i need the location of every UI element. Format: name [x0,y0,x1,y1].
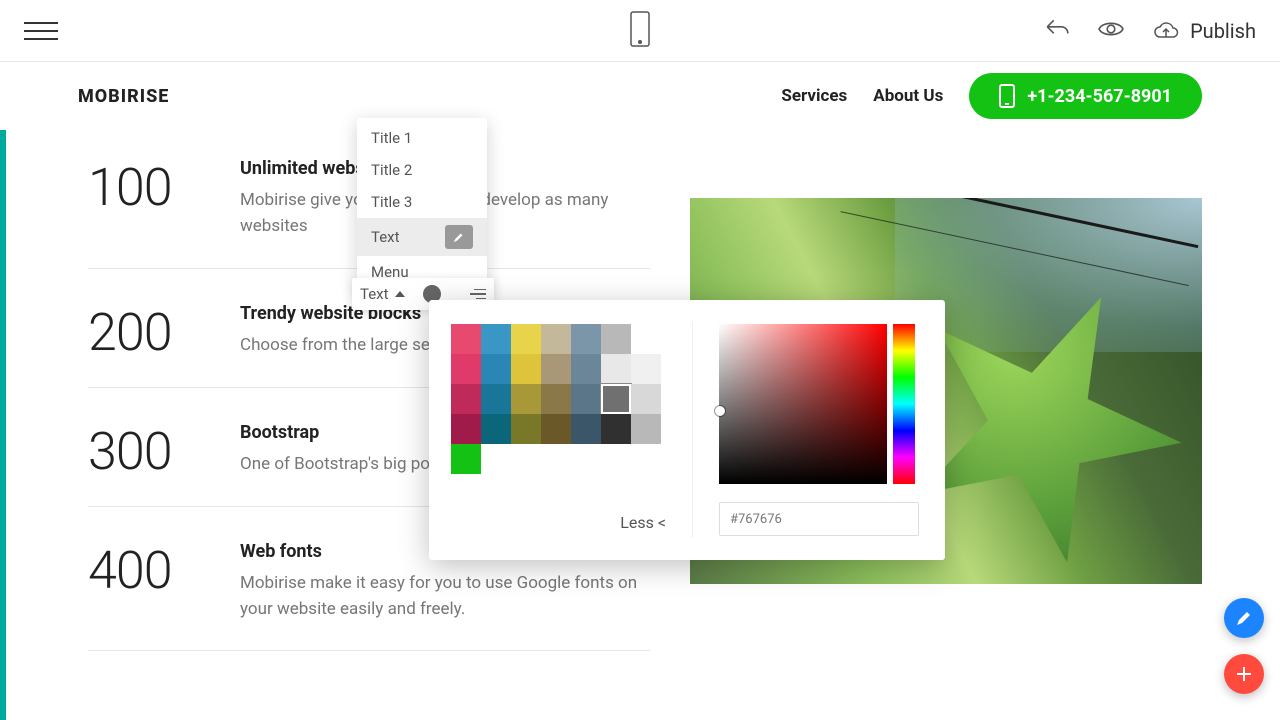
nav-about[interactable]: About Us [873,86,943,106]
color-picker-panel: Less < [429,300,945,560]
color-swatch[interactable] [601,324,631,354]
edit-fab[interactable] [1224,598,1264,638]
color-swatch[interactable] [541,324,571,354]
color-swatch[interactable] [481,324,511,354]
color-swatch[interactable] [601,354,631,384]
sv-cursor[interactable] [715,406,725,416]
color-swatch[interactable] [571,324,601,354]
color-swatch[interactable] [511,354,541,384]
less-toggle[interactable]: Less < [620,513,666,532]
menu-icon[interactable] [24,22,58,40]
color-swatch[interactable] [481,354,511,384]
color-swatch[interactable] [631,414,661,444]
saturation-value-box[interactable] [719,324,887,484]
dropdown-item-title1[interactable]: Title 1 [357,122,487,154]
style-dropdown: Title 1 Title 2 Title 3 Text Menu [357,118,487,292]
preview-icon[interactable] [1098,16,1124,46]
color-swatch[interactable] [451,444,481,474]
color-swatch[interactable] [541,414,571,444]
site-logo[interactable]: MOBIRISE [78,86,169,107]
mobile-preview-icon[interactable] [630,11,650,51]
color-swatch[interactable] [451,384,481,414]
app-toolbar: Publish [0,0,1280,62]
color-swatch[interactable] [541,354,571,384]
publish-button[interactable]: Publish [1152,19,1256,43]
dropdown-item-text[interactable]: Text [357,218,487,256]
feature-number: 400 [88,531,240,597]
color-swatch[interactable] [541,384,571,414]
color-swatch[interactable] [481,384,511,414]
nav-services[interactable]: Services [781,86,847,106]
color-swatch[interactable] [481,414,511,444]
color-swatch[interactable] [451,324,481,354]
align-icon[interactable] [470,289,486,300]
color-swatch[interactable] [601,414,631,444]
color-swatch[interactable] [571,414,601,444]
dropdown-item-title3[interactable]: Title 3 [357,186,487,218]
color-swatch[interactable] [631,324,661,354]
dropdown-item-title2[interactable]: Title 2 [357,154,487,186]
color-swatch[interactable] [571,384,601,414]
site-header: MOBIRISE Services About Us +1-234-567-89… [0,62,1280,130]
feature-number: 200 [88,293,240,359]
phone-button[interactable]: +1-234-567-8901 [969,73,1202,119]
caret-up-icon[interactable] [395,291,405,297]
hue-slider[interactable] [893,324,915,484]
add-block-fab[interactable] [1224,654,1264,694]
color-swatch[interactable] [451,354,481,384]
publish-label: Publish [1190,19,1256,43]
feature-number: 300 [88,412,240,478]
swatch-grid [451,324,661,474]
feature-number: 100 [88,148,240,214]
color-swatch[interactable] [601,384,631,414]
color-swatch[interactable] [451,414,481,444]
color-swatch[interactable] [631,354,661,384]
color-swatch[interactable] [631,384,661,414]
color-swatch[interactable] [571,354,601,384]
color-swatch[interactable] [511,384,541,414]
edge-highlight-left [0,130,6,720]
color-swatch[interactable] [511,324,541,354]
brush-icon[interactable] [445,225,473,249]
undo-icon[interactable] [1044,16,1070,46]
text-bar-label[interactable]: Text [360,285,389,303]
color-swatch[interactable] [511,414,541,444]
feature-desc[interactable]: Mobirise make it easy for you to use Goo… [240,570,650,623]
hex-input[interactable] [719,502,919,536]
phone-number: +1-234-567-8901 [1027,86,1172,107]
